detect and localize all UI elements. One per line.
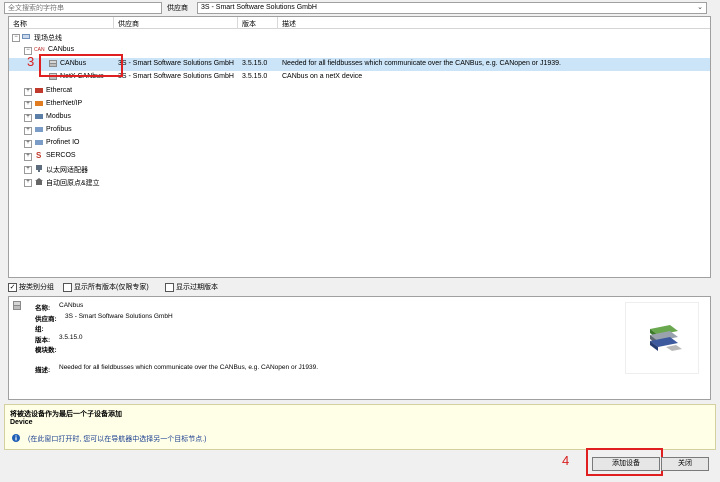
item-vendor: 3S - Smart Software Solutions GmbH xyxy=(118,60,234,67)
group-by-category-checkbox[interactable]: ✓ 按类别分组 xyxy=(8,282,54,292)
vendor-select[interactable]: 3S - Smart Software Solutions GmbH ⌄ xyxy=(197,2,707,14)
modbus-icon xyxy=(35,114,43,119)
details-description-value: Needed for all fieldbusses which communi… xyxy=(59,364,319,371)
details-modules-label: 模块数: xyxy=(35,347,57,354)
tree-item-label: 以太网适配器 xyxy=(46,167,88,174)
close-button[interactable]: 关闭 xyxy=(661,457,709,471)
profinet-icon xyxy=(35,140,43,145)
item-vendor: 3S - Smart Software Solutions GmbH xyxy=(118,73,234,80)
details-panel: 名称: CANbus 供应商: 3S - Smart Software Solu… xyxy=(8,296,711,400)
expand-icon[interactable]: + xyxy=(24,127,32,135)
item-version: 3.5.15.0 xyxy=(242,73,268,80)
tree-item-label: EtherNet/IP xyxy=(46,100,83,107)
tree-item-label: Profibus xyxy=(46,126,72,133)
checkbox-icon xyxy=(165,282,174,292)
tree-item-label: Ethercat xyxy=(46,87,73,94)
details-group-label: 组: xyxy=(35,326,44,333)
button-bar: 4 添加设备 关闭 xyxy=(0,448,720,482)
tree-item-fieldbus[interactable]: − 现场总线 xyxy=(9,31,710,44)
sercos-icon: S xyxy=(36,151,42,160)
ethernetip-icon xyxy=(35,101,43,106)
vendor-select-value: 3S - Smart Software Solutions GmbH xyxy=(201,4,317,11)
tree-item-label: CANbus xyxy=(48,46,75,53)
chevron-down-icon: ⌄ xyxy=(697,4,703,11)
tree-item-ethernetip[interactable]: + EtherNet/IP xyxy=(9,98,710,111)
highlight-box-add-button xyxy=(586,448,663,476)
tree-item-profibus[interactable]: + Profibus xyxy=(9,124,710,137)
info-icon xyxy=(12,434,20,442)
column-description[interactable]: 描述 xyxy=(282,19,296,29)
expand-icon[interactable]: + xyxy=(24,88,32,96)
expand-icon[interactable]: + xyxy=(24,166,32,174)
tree-item-homing[interactable]: + 自动回原点&建立 xyxy=(9,176,710,189)
tree-item-label: SERCOS xyxy=(46,152,76,159)
ethercat-icon xyxy=(35,88,43,93)
tree-item-ethernet-adapter[interactable]: + 以太网适配器 xyxy=(9,163,710,176)
show-all-versions-checkbox[interactable]: 显示所有版本(仅限专家) xyxy=(63,282,149,292)
message-subtitle: Device xyxy=(10,419,33,426)
tree-item-label: 自动回原点&建立 xyxy=(46,180,100,187)
item-description: Needed for all fieldbusses which communi… xyxy=(282,60,561,67)
annotation-step-3: 3 xyxy=(27,54,35,69)
details-description-label: 描述: xyxy=(35,367,51,374)
message-info: (在此窗口打开时, 您可以在导航器中选择另一个目标节点.) xyxy=(28,436,207,443)
can-tag-icon: CAN xyxy=(34,47,45,53)
column-version[interactable]: 版本 xyxy=(242,19,256,29)
tree-item-label: 现场总线 xyxy=(34,35,62,42)
tree-item-modbus[interactable]: + Modbus xyxy=(9,111,710,124)
highlight-box-canbus xyxy=(39,54,123,77)
collapse-icon[interactable]: − xyxy=(12,34,20,42)
expand-icon[interactable]: + xyxy=(24,114,32,122)
device-stack-icon xyxy=(650,325,682,351)
details-vendor-label: 供应商: xyxy=(35,316,57,323)
tree-item-label: Profinet IO xyxy=(46,139,80,146)
item-version: 3.5.15.0 xyxy=(242,60,268,67)
device-image xyxy=(625,302,699,374)
vendor-label: 供应商 xyxy=(167,5,188,12)
show-outdated-checkbox[interactable]: 显示过期版本 xyxy=(165,282,218,292)
tree-item-sercos[interactable]: + S SERCOS xyxy=(9,150,710,163)
device-icon xyxy=(13,301,21,310)
tree-item-profinet[interactable]: + Profinet IO xyxy=(9,137,710,150)
details-version-label: 版本: xyxy=(35,337,51,344)
checkbox-label: 显示所有版本(仅限专家) xyxy=(74,284,149,291)
checkbox-checked-icon: ✓ xyxy=(8,282,17,292)
details-vendor-value: 3S - Smart Software Solutions GmbH xyxy=(65,313,173,320)
tree-item-label: Modbus xyxy=(46,113,71,120)
expand-icon[interactable]: + xyxy=(24,101,32,109)
tree-item-ethercat[interactable]: + Ethercat xyxy=(9,85,710,98)
message-panel: 将被选设备作为最后一个子设备添加 Device (在此窗口打开时, 您可以在导航… xyxy=(4,404,716,450)
checkbox-label: 显示过期版本 xyxy=(176,284,218,291)
profibus-icon xyxy=(35,127,43,132)
list-header: 名称 供应商 版本 描述 xyxy=(9,17,710,29)
details-name-label: 名称: xyxy=(35,305,51,312)
item-description: CANbus on a netX device xyxy=(282,73,363,80)
network-adapter-icon xyxy=(36,165,42,172)
message-title: 将被选设备作为最后一个子设备添加 xyxy=(10,411,122,418)
expand-icon[interactable]: + xyxy=(24,140,32,148)
column-vendor[interactable]: 供应商 xyxy=(118,19,139,29)
details-version-value: 3.5.15.0 xyxy=(59,334,83,341)
column-name[interactable]: 名称 xyxy=(13,19,27,29)
checkbox-icon xyxy=(63,282,72,292)
home-icon xyxy=(35,178,43,185)
search-input[interactable] xyxy=(4,2,162,14)
expand-icon[interactable]: + xyxy=(24,153,32,161)
expand-icon[interactable]: + xyxy=(24,179,32,187)
checkbox-label: 按类别分组 xyxy=(19,284,54,291)
details-name-value: CANbus xyxy=(59,302,84,309)
annotation-step-4: 4 xyxy=(562,453,570,468)
fieldbus-icon xyxy=(22,34,30,39)
